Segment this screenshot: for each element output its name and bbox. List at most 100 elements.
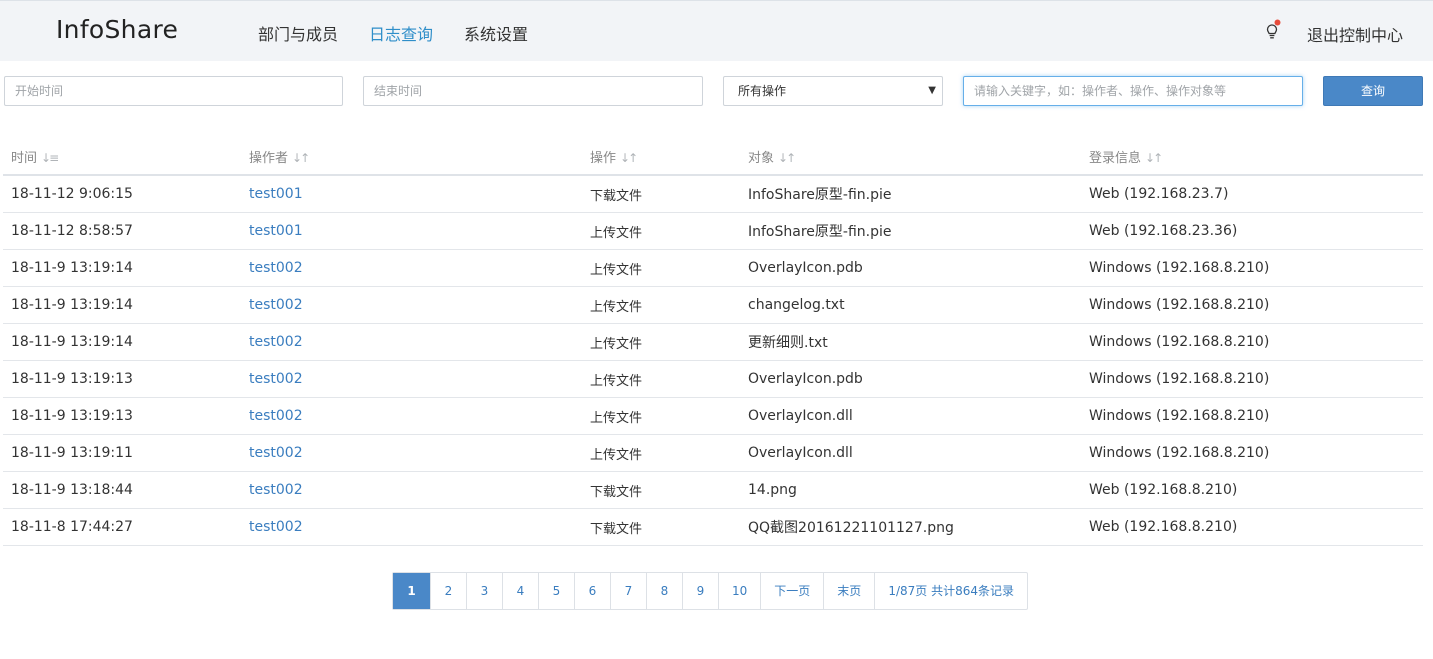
pagination-summary: 1/87页 共计864条记录 [874, 573, 1027, 609]
cell-operator-link[interactable]: test002 [241, 471, 582, 509]
cell-action: 上传文件 [582, 249, 740, 287]
page-button-4[interactable]: 4 [502, 573, 538, 609]
column-header-operator[interactable]: 操作者 ↓↑ [241, 138, 582, 176]
cell-action: 上传文件 [582, 212, 740, 250]
cell-login-info: Web (192.168.23.36) [1081, 212, 1423, 250]
cell-action: 上传文件 [582, 360, 740, 398]
cell-time: 18-11-12 9:06:15 [3, 175, 241, 213]
cell-login-info: Windows (192.168.8.210) [1081, 360, 1423, 398]
cell-time: 18-11-9 13:19:11 [3, 434, 241, 472]
cell-login-info: Windows (192.168.8.210) [1081, 323, 1423, 361]
cell-time: 18-11-9 13:19:14 [3, 323, 241, 361]
top-navigation-bar: InfoShare 部门与成员 日志查询 系统设置 退出控制中心 [0, 0, 1433, 61]
cell-login-info: Web (192.168.23.7) [1081, 175, 1423, 213]
cell-time: 18-11-12 8:58:57 [3, 212, 241, 250]
cell-operator-link[interactable]: test002 [241, 323, 582, 361]
page-button-1[interactable]: 1 [393, 573, 430, 609]
cell-operator-link[interactable]: test002 [241, 249, 582, 287]
cell-time: 18-11-9 13:19:14 [3, 286, 241, 324]
sort-icon[interactable]: ↓↑ [778, 151, 796, 165]
cell-operator-link[interactable]: test002 [241, 360, 582, 398]
cell-object: OverlayIcon.dll [740, 434, 1081, 472]
start-time-input[interactable] [4, 76, 343, 106]
table-row: 18-11-9 13:19:13 test002 上传文件 OverlayIco… [3, 360, 1423, 398]
cell-action: 上传文件 [582, 434, 740, 472]
page-button-3[interactable]: 3 [466, 573, 502, 609]
cell-login-info: Windows (192.168.8.210) [1081, 249, 1423, 287]
cell-object: OverlayIcon.dll [740, 397, 1081, 435]
operation-select-value: 所有操作 [738, 84, 787, 98]
operation-select[interactable]: 所有操作 ▼ [723, 76, 943, 106]
page-button-2[interactable]: 2 [430, 573, 466, 609]
cell-time: 18-11-9 13:18:44 [3, 471, 241, 509]
cell-object: InfoShare原型-fin.pie [740, 212, 1081, 250]
cell-time: 18-11-8 17:44:27 [3, 508, 241, 546]
cell-object: OverlayIcon.pdb [740, 360, 1081, 398]
table-row: 18-11-9 13:19:13 test002 上传文件 OverlayIco… [3, 397, 1423, 435]
cell-object: 更新细则.txt [740, 323, 1081, 361]
log-table: 时间 ↓≡ 操作者 ↓↑ 操作 ↓↑ 对象 ↓↑ 登录信息 ↓↑ 18-11-12 9:0… [3, 138, 1423, 546]
cell-operator-link[interactable]: test001 [241, 175, 582, 213]
page-button-5[interactable]: 5 [538, 573, 574, 609]
page-button-6[interactable]: 6 [574, 573, 610, 609]
next-page-button[interactable]: 下一页 [760, 573, 823, 609]
table-row: 18-11-9 13:19:14 test002 上传文件 changelog.… [3, 286, 1423, 324]
table-row: 18-11-12 8:58:57 test001 上传文件 InfoShare原… [3, 212, 1423, 250]
cell-login-info: Web (192.168.8.210) [1081, 508, 1423, 546]
cell-action: 上传文件 [582, 397, 740, 435]
cell-operator-link[interactable]: test002 [241, 397, 582, 435]
cell-time: 18-11-9 13:19:14 [3, 249, 241, 287]
cell-operator-link[interactable]: test001 [241, 212, 582, 250]
keyword-search-input[interactable] [963, 76, 1303, 106]
lightbulb-icon[interactable] [1264, 19, 1282, 41]
cell-operator-link[interactable]: test002 [241, 508, 582, 546]
last-page-button[interactable]: 末页 [823, 573, 874, 609]
cell-operator-link[interactable]: test002 [241, 286, 582, 324]
end-time-input[interactable] [363, 76, 703, 106]
page-button-10[interactable]: 10 [718, 573, 760, 609]
query-button[interactable]: 查询 [1323, 76, 1423, 106]
caret-down-icon: ▼ [928, 85, 936, 96]
cell-object: OverlayIcon.pdb [740, 249, 1081, 287]
nav-item-system-settings[interactable]: 系统设置 [464, 21, 528, 45]
cell-action: 下载文件 [582, 471, 740, 509]
cell-time: 18-11-9 13:19:13 [3, 397, 241, 435]
table-row: 18-11-9 13:19:11 test002 上传文件 OverlayIco… [3, 434, 1423, 472]
filter-bar: 所有操作 ▼ 查询 [0, 76, 1433, 106]
column-header-time[interactable]: 时间 ↓≡ [3, 138, 241, 176]
cell-login-info: Windows (192.168.8.210) [1081, 397, 1423, 435]
table-row: 18-11-9 13:19:14 test002 上传文件 更新细则.txt W… [3, 323, 1423, 361]
cell-action: 下载文件 [582, 508, 740, 546]
logout-link[interactable]: 退出控制中心 [1307, 22, 1403, 46]
sort-icon[interactable]: ↓↑ [1145, 151, 1163, 165]
sort-icon[interactable]: ↓↑ [292, 151, 310, 165]
brand-logo: InfoShare [56, 15, 179, 44]
table-header-row: 时间 ↓≡ 操作者 ↓↑ 操作 ↓↑ 对象 ↓↑ 登录信息 ↓↑ [3, 138, 1423, 176]
cell-action: 上传文件 [582, 286, 740, 324]
cell-object: changelog.txt [740, 286, 1081, 324]
nav-item-departments[interactable]: 部门与成员 [258, 21, 338, 45]
cell-login-info: Web (192.168.8.210) [1081, 471, 1423, 509]
column-header-login-info[interactable]: 登录信息 ↓↑ [1081, 138, 1423, 176]
cell-action: 上传文件 [582, 323, 740, 361]
cell-object: InfoShare原型-fin.pie [740, 175, 1081, 213]
table-row: 18-11-12 9:06:15 test001 下载文件 InfoShare原… [3, 175, 1423, 213]
sort-icon[interactable]: ↓↑ [620, 151, 638, 165]
cell-object: QQ截图20161221101127.png [740, 508, 1081, 546]
column-header-object[interactable]: 对象 ↓↑ [740, 138, 1081, 176]
cell-login-info: Windows (192.168.8.210) [1081, 434, 1423, 472]
column-header-action[interactable]: 操作 ↓↑ [582, 138, 740, 176]
main-nav: 部门与成员 日志查询 系统设置 [258, 21, 559, 45]
page-button-9[interactable]: 9 [682, 573, 718, 609]
nav-item-log-query[interactable]: 日志查询 [369, 21, 433, 45]
cell-time: 18-11-9 13:19:13 [3, 360, 241, 398]
cell-action: 下载文件 [582, 175, 740, 213]
cell-operator-link[interactable]: test002 [241, 434, 582, 472]
table-row: 18-11-9 13:19:14 test002 上传文件 OverlayIco… [3, 249, 1423, 287]
sort-icon[interactable]: ↓≡ [41, 151, 59, 165]
cell-login-info: Windows (192.168.8.210) [1081, 286, 1423, 324]
page-button-7[interactable]: 7 [610, 573, 646, 609]
cell-object: 14.png [740, 471, 1081, 509]
pagination: 1 2 3 4 5 6 7 8 9 10 下一页 末页 1/87页 共计864条… [392, 572, 1028, 610]
page-button-8[interactable]: 8 [646, 573, 682, 609]
